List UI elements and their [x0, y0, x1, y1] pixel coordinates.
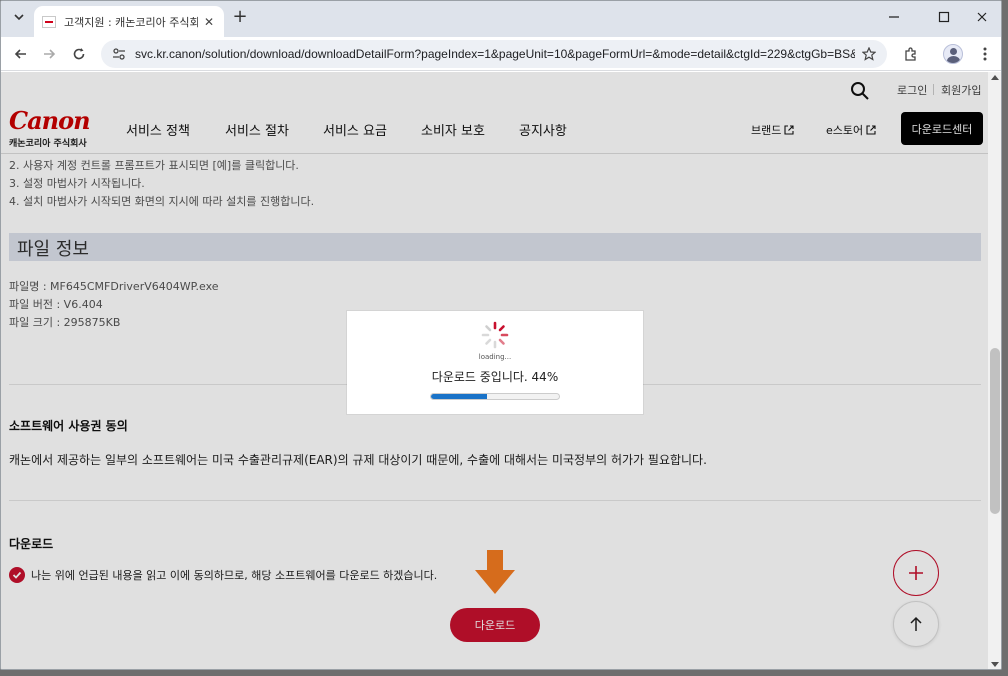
star-icon[interactable]	[861, 46, 877, 62]
progress-bar-fill	[431, 394, 488, 399]
minimize-button[interactable]	[881, 7, 907, 27]
browser-window: 고객지원 : 캐논코리아 주식회사 ✕ + svc.kr.canon/solut…	[0, 0, 1002, 670]
file-info-title: 파일 정보	[17, 239, 89, 260]
agree-label: 나는 위에 언급된 내용을 읽고 이에 동의하므로, 해당 소프트웨어를 다운로…	[31, 569, 438, 582]
site-favicon-icon	[42, 15, 56, 28]
forward-button[interactable]	[37, 42, 61, 66]
logo-subtitle: 캐논코리아 주식회사	[9, 139, 87, 149]
new-tab-button[interactable]: +	[231, 8, 249, 26]
profile-button[interactable]	[941, 42, 965, 66]
scroll-up-icon[interactable]	[991, 75, 999, 80]
plus-icon	[909, 566, 923, 580]
loading-label: loading...	[478, 353, 512, 361]
utility-divider	[933, 84, 934, 95]
brand-link[interactable]: 브랜드	[751, 122, 794, 138]
file-version: 파일 버전 : V6.404	[9, 298, 103, 311]
estore-link[interactable]: e스토어	[826, 122, 876, 138]
agree-checkbox-row[interactable]: 나는 위에 언급된 내용을 읽고 이에 동의하므로, 해당 소프트웨어를 다운로…	[9, 567, 437, 583]
tab-title: 고객지원 : 캐논코리아 주식회사	[64, 15, 198, 29]
logo-wordmark: Canon	[9, 106, 91, 135]
tab-strip: 고객지원 : 캐논코리아 주식회사 ✕ +	[1, 1, 1001, 37]
install-step-4: 4. 설치 마법사가 시작되면 화면의 지시에 따라 설치를 진행합니다.	[9, 195, 315, 208]
file-size: 파일 크기 : 295875KB	[9, 316, 121, 329]
maximize-button[interactable]	[931, 7, 957, 27]
extensions-button[interactable]	[899, 42, 923, 66]
divider	[9, 500, 981, 501]
progress-text: 다운로드 중입니다. 44%	[431, 370, 559, 384]
join-link[interactable]: 회원가입	[941, 82, 981, 98]
download-center-button[interactable]: 다운로드센터	[901, 112, 983, 145]
loading-spinner-icon	[481, 321, 509, 349]
site-settings-icon[interactable]	[111, 46, 127, 62]
login-link[interactable]: 로그인	[897, 82, 927, 98]
browser-toolbar: svc.kr.canon/solution/download/downloadD…	[1, 37, 1001, 71]
nav-service-policy[interactable]: 서비스 정책	[126, 120, 190, 139]
download-progress-modal: loading... 다운로드 중입니다. 44%	[347, 311, 643, 414]
url-text: svc.kr.canon/solution/download/downloadD…	[135, 47, 855, 61]
active-tab[interactable]: 고객지원 : 캐논코리아 주식회사 ✕	[34, 6, 224, 37]
tab-search-button[interactable]	[9, 7, 29, 27]
file-name: 파일명 : MF645CMFDriverV6404WP.exe	[9, 280, 219, 293]
arrow-down-icon	[475, 550, 515, 594]
scroll-down-icon[interactable]	[991, 662, 999, 667]
brand-link-label: 브랜드	[751, 124, 782, 137]
minimize-icon	[889, 16, 899, 18]
page-scrollbar[interactable]	[988, 72, 1001, 669]
address-bar[interactable]: svc.kr.canon/solution/download/downloadD…	[101, 40, 887, 68]
download-section-title: 다운로드	[9, 537, 54, 551]
check-icon	[12, 571, 22, 579]
install-step-2: 2. 사용자 계정 컨트롤 프롬프트가 표시되면 [예]를 클릭합니다.	[9, 159, 299, 172]
reload-icon	[73, 48, 85, 60]
search-icon[interactable]	[850, 81, 870, 101]
expand-button[interactable]	[893, 550, 939, 596]
install-step-3: 3. 설정 마법사가 시작됩니다.	[9, 177, 145, 190]
maximize-icon	[938, 11, 950, 23]
arrow-up-icon	[910, 616, 922, 631]
nav-notices[interactable]: 공지사항	[519, 120, 567, 139]
external-link-icon	[866, 125, 876, 135]
arrow-right-icon	[44, 49, 56, 59]
scroll-top-button[interactable]	[893, 601, 939, 647]
kebab-menu-icon	[983, 47, 987, 61]
estore-link-label: e스토어	[826, 124, 864, 137]
close-icon	[977, 12, 987, 22]
utility-bar: 로그인 회원가입	[1, 72, 988, 108]
window-close-button[interactable]	[969, 7, 995, 27]
nav-service-procedure[interactable]: 서비스 절차	[225, 120, 289, 139]
download-button[interactable]: 다운로드	[450, 608, 540, 642]
menu-button[interactable]	[973, 42, 997, 66]
canon-logo[interactable]: Canon 캐논코리아 주식회사	[9, 106, 101, 150]
nav-consumer-protection[interactable]: 소비자 보호	[421, 120, 485, 139]
nav-service-fee[interactable]: 서비스 요금	[323, 120, 387, 139]
main-navigation: Canon 캐논코리아 주식회사 서비스 정책 서비스 절차 서비스 요금 소비…	[1, 108, 988, 154]
agree-checkbox[interactable]	[9, 567, 25, 583]
back-button[interactable]	[9, 42, 33, 66]
progress-bar	[430, 393, 560, 400]
license-title: 소프트웨어 사용권 동의	[9, 419, 128, 433]
arrow-left-icon	[14, 49, 26, 59]
reload-button[interactable]	[67, 42, 91, 66]
external-link-icon	[784, 125, 794, 135]
puzzle-icon	[905, 47, 916, 61]
chevron-down-icon	[14, 14, 24, 21]
scrollbar-thumb[interactable]	[990, 348, 1000, 514]
close-icon[interactable]: ✕	[202, 15, 216, 29]
license-text: 캐논에서 제공하는 일부의 소프트웨어는 미국 수출관리규제(EAR)의 규제 …	[9, 453, 707, 467]
avatar	[943, 44, 963, 64]
file-info-header: 파일 정보	[9, 233, 981, 261]
